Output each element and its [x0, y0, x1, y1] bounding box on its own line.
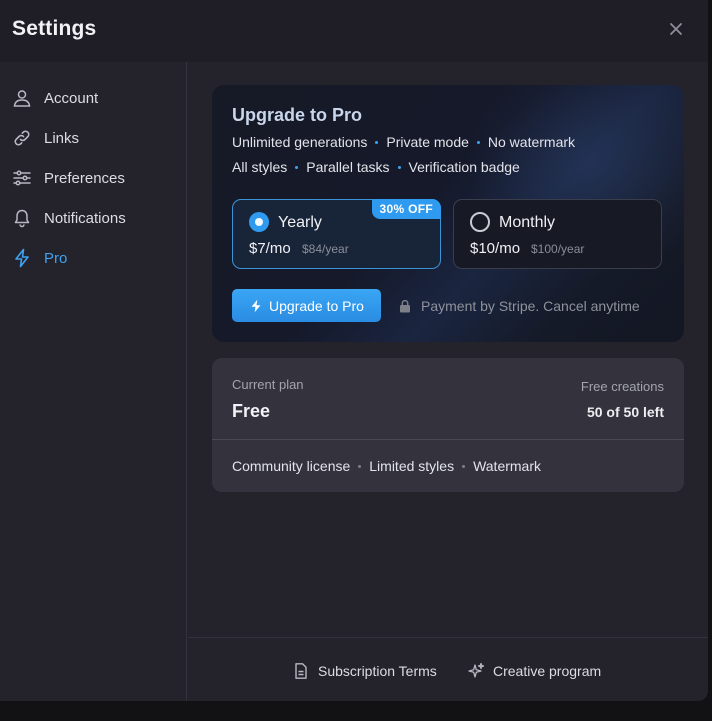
sidebar-item-label: Links — [44, 129, 80, 147]
bullet-dot — [462, 464, 466, 468]
modal-footer: Subscription Terms Creative program — [188, 637, 708, 701]
plan-name: Yearly — [278, 214, 322, 231]
feature-item: Unlimited generations — [232, 134, 368, 150]
feature-item: Verification badge — [408, 159, 520, 175]
plan-yearly-total: $84/year — [302, 242, 349, 256]
feature-item: Watermark — [473, 458, 542, 474]
sidebar-item-pro[interactable]: Pro — [12, 246, 67, 270]
settings-modal: Settings Account Links Preferences Notif… — [0, 0, 708, 701]
feature-item: Parallel tasks — [306, 159, 390, 175]
current-plan-features: Community license Limited styles Waterma… — [232, 458, 541, 474]
payment-note-text: Payment by Stripe. Cancel anytime — [421, 298, 640, 314]
discount-badge: 30% OFF — [371, 199, 441, 219]
feature-item: All styles — [232, 159, 288, 175]
bullet-dot — [295, 165, 299, 169]
sidebar-item-label: Preferences — [44, 169, 125, 187]
plan-yearly-total: $100/year — [531, 242, 585, 256]
pro-features-row: Unlimited generations Private mode No wa… — [232, 134, 575, 150]
feature-item: Community license — [232, 458, 351, 474]
creative-program-link[interactable]: Creative program — [467, 662, 601, 680]
bullet-dot — [397, 165, 401, 169]
link-icon — [12, 128, 32, 148]
sparkle-icon — [467, 662, 485, 680]
sidebar-item-label: Pro — [44, 249, 68, 267]
feature-item: Private mode — [386, 134, 469, 150]
document-icon — [292, 662, 310, 680]
close-icon[interactable] — [666, 19, 686, 39]
subscription-terms-label: Subscription Terms — [318, 663, 437, 679]
feature-item: Limited styles — [369, 458, 455, 474]
plan-option-monthly[interactable]: Monthly $10/mo $100/year — [453, 199, 662, 269]
upgrade-button[interactable]: Upgrade to Pro — [232, 289, 381, 322]
plan-name: Monthly — [499, 214, 556, 231]
upgrade-title: Upgrade to Pro — [232, 105, 363, 125]
feature-item: No watermark — [487, 134, 576, 150]
divider — [212, 439, 684, 440]
main-content: Upgrade to Pro Unlimited generations Pri… — [188, 62, 708, 637]
payment-note: Payment by Stripe. Cancel anytime — [398, 298, 640, 314]
sidebar-item-preferences[interactable]: Preferences — [12, 166, 125, 190]
subscription-terms-link[interactable]: Subscription Terms — [292, 662, 437, 680]
sidebar-item-account[interactable]: Account — [12, 86, 98, 110]
creative-program-label: Creative program — [493, 663, 602, 679]
sidebar: Account Links Preferences Notifications … — [0, 62, 187, 701]
free-creations-count: 50 of 50 left — [586, 404, 664, 420]
current-plan-name: Free — [232, 401, 271, 421]
bullet-dot — [476, 140, 480, 144]
upgrade-button-label: Upgrade to Pro — [269, 297, 364, 314]
current-plan-card: Current plan Free Free creations 50 of 5… — [212, 358, 684, 492]
bell-icon — [12, 208, 32, 228]
lock-icon — [398, 299, 412, 313]
plan-price: $10/mo — [470, 240, 521, 257]
user-icon — [12, 88, 32, 108]
sidebar-item-label: Account — [44, 89, 99, 107]
sidebar-item-notifications[interactable]: Notifications — [12, 206, 126, 230]
sidebar-item-links[interactable]: Links — [12, 126, 79, 150]
pro-features-row: All styles Parallel tasks Verification b… — [232, 159, 520, 175]
modal-title: Settings — [12, 17, 97, 40]
modal-header: Settings — [0, 0, 708, 62]
upgrade-card: Upgrade to Pro Unlimited generations Pri… — [212, 85, 684, 342]
radio-selected[interactable] — [249, 212, 269, 232]
lightning-icon — [12, 248, 32, 268]
plan-option-yearly[interactable]: Yearly $7/mo $84/year 30% OFF — [232, 199, 441, 269]
plan-price: $7/mo — [249, 240, 291, 257]
sliders-icon — [12, 168, 32, 188]
lightning-icon — [249, 299, 263, 313]
sidebar-item-label: Notifications — [44, 209, 126, 227]
radio-unselected[interactable] — [470, 212, 490, 232]
bullet-dot — [375, 140, 379, 144]
free-creations-label: Free creations — [580, 379, 664, 394]
bullet-dot — [358, 464, 362, 468]
current-plan-label: Current plan — [232, 377, 304, 392]
